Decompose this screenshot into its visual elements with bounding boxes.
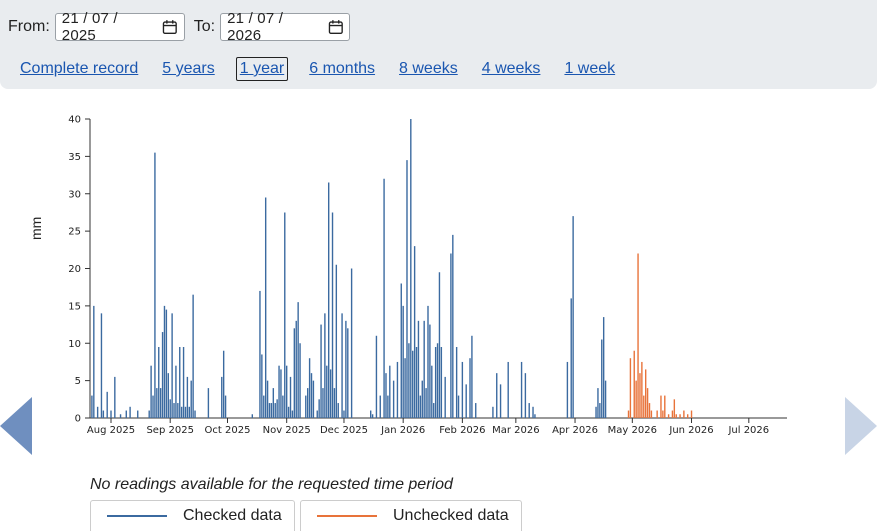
legend-unchecked-label: Unchecked data [393, 507, 509, 524]
x-tick-label: May 2026 [608, 425, 657, 436]
to-date-value: 21 / 07 / 2026 [227, 10, 284, 44]
legend-checked[interactable]: Checked data [90, 500, 295, 531]
to-date-input[interactable]: 21 / 07 / 2026 [220, 10, 351, 44]
calendar-icon[interactable] [328, 19, 344, 35]
x-tick-label: Aug 2025 [87, 425, 135, 436]
next-period-button[interactable] [845, 397, 877, 455]
y-tick-label: 10 [68, 339, 81, 350]
y-tick-label: 40 [68, 115, 81, 126]
prev-period-button[interactable] [0, 397, 34, 455]
checked-line-swatch [107, 515, 167, 517]
y-tick-label: 30 [68, 189, 81, 200]
date-range-row: From: 21 / 07 / 2025 To: 21 / 07 / 2026 [8, 10, 351, 44]
range-option-1-year[interactable]: 1 year [235, 57, 289, 81]
y-tick-label: 25 [68, 227, 81, 238]
x-tick-label: Feb 2026 [439, 425, 485, 436]
x-tick-label: Dec 2025 [320, 425, 368, 436]
x-tick-label: Nov 2025 [263, 425, 311, 436]
bars [91, 119, 693, 418]
y-tick-label: 35 [68, 152, 81, 163]
range-option-8-weeks[interactable]: 8 weeks [396, 58, 461, 80]
chevron-right-icon[interactable] [845, 397, 877, 455]
rainfall-chart: 0 5 10 15 20 25 30 35 40 Aug 2025 Sep 2025 Oct 2025… [68, 115, 787, 436]
x-tick-label: Jan 2026 [380, 425, 425, 436]
no-readings-message: No readings available for the requested … [90, 476, 453, 493]
x-tick-label: Jun 2026 [668, 425, 713, 436]
y-tick-label: 0 [75, 414, 81, 425]
to-label: To: [193, 18, 216, 35]
from-date-value: 21 / 07 / 2025 [61, 10, 118, 44]
x-tick-label: Sep 2025 [146, 425, 193, 436]
chevron-left-icon[interactable] [0, 397, 32, 455]
x-tick-label: Oct 2025 [205, 425, 251, 436]
y-tick-label: 20 [68, 264, 81, 275]
x-tick-label: Jul 2026 [727, 425, 769, 436]
range-selector: Complete record 5 years 1 year 6 months 8 we… [17, 56, 636, 82]
unchecked-line-swatch [317, 515, 377, 517]
from-label: From: [8, 18, 50, 35]
y-tick-label: 5 [75, 376, 81, 387]
legend-checked-label: Checked data [183, 507, 282, 524]
range-option-1-week[interactable]: 1 week [561, 58, 618, 80]
calendar-icon[interactable] [162, 19, 178, 35]
range-option-4-weeks[interactable]: 4 weeks [479, 58, 544, 80]
from-date-input[interactable]: 21 / 07 / 2025 [54, 10, 185, 44]
x-tick-label: Apr 2026 [552, 425, 598, 436]
range-option-complete-record[interactable]: Complete record [17, 58, 141, 80]
x-tick-label: Mar 2026 [492, 425, 540, 436]
range-option-6-months[interactable]: 6 months [306, 58, 378, 80]
filter-panel: From: 21 / 07 / 2025 To: 21 / 07 / 2026 … [0, 0, 877, 89]
range-option-5-years[interactable]: 5 years [159, 58, 217, 80]
legend-unchecked[interactable]: Unchecked data [300, 500, 522, 531]
y-tick-label: 15 [68, 301, 81, 312]
